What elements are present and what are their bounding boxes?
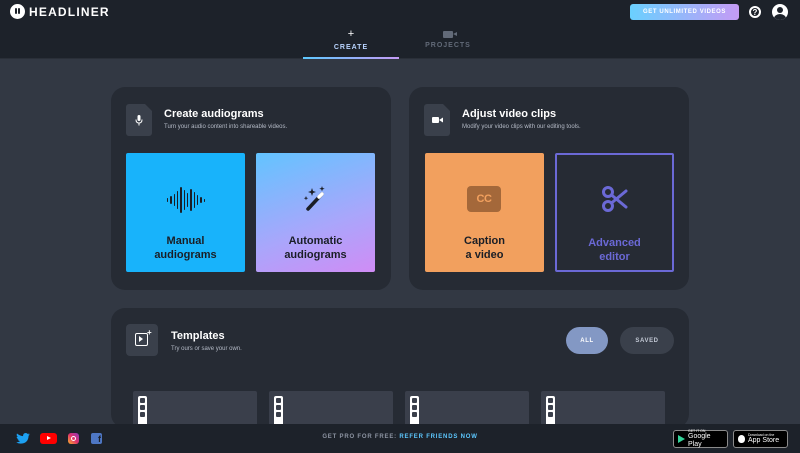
get-unlimited-videos-button[interactable]: GET UNLIMITED VIDEOS — [630, 4, 739, 20]
tab-projects-label: PROJECTS — [425, 42, 471, 49]
top-bar: HEADLINER GET UNLIMITED VIDEOS ? — [0, 0, 800, 24]
template-card[interactable] — [405, 391, 529, 428]
instagram-icon — [412, 398, 417, 403]
templates-subtitle: Try ours or save your own. — [171, 346, 242, 352]
panel-title: Adjust video clips — [462, 108, 557, 120]
footer-bar: f GET PRO FOR FREE: REFER FRIENDS NOW GE… — [0, 424, 800, 453]
facebook-icon — [276, 405, 281, 410]
scissors-icon — [602, 186, 628, 212]
google-play-name: Google Play — [688, 433, 711, 448]
tab-projects[interactable]: PROJECTS — [400, 24, 496, 59]
social-platform-icons — [546, 396, 555, 426]
filter-saved-button[interactable]: SAVED — [620, 327, 674, 354]
filter-all-button[interactable]: ALL — [566, 327, 608, 354]
facebook-icon — [548, 405, 553, 410]
panel-subtitle: Modify your video clips with our editing… — [462, 124, 581, 130]
panel-subtitle: Turn your audio content into shareable v… — [164, 124, 288, 130]
headliner-logo-icon — [10, 4, 25, 19]
card-label: Caption a video — [464, 235, 505, 261]
microphone-icon — [126, 104, 152, 136]
google-play-icon — [678, 435, 685, 443]
twitter-icon — [140, 412, 145, 417]
template-icon: + — [126, 324, 158, 356]
apple-icon — [738, 435, 745, 443]
templates-title: Templates — [171, 330, 225, 342]
card-label: Manual audiograms — [154, 235, 217, 261]
facebook-icon — [140, 405, 145, 410]
automatic-audiograms-card[interactable]: Automatic audiograms — [256, 153, 375, 272]
closed-caption-icon: CC — [467, 186, 501, 212]
promo-text: GET PRO FOR FREE: — [322, 434, 397, 440]
twitter-icon — [548, 412, 553, 417]
panel-title: Create audiograms — [164, 108, 264, 120]
google-play-badge[interactable]: GET IT ON Google Play — [673, 429, 728, 448]
caption-a-video-card[interactable]: CC Caption a video — [425, 153, 544, 272]
plus-icon: + — [347, 28, 355, 40]
video-camera-icon — [443, 31, 457, 38]
magic-wand-icon — [303, 186, 325, 211]
templates-panel: + Templates Try ours or save your own. A… — [111, 308, 689, 428]
social-platform-icons — [274, 396, 283, 426]
refer-friends-link[interactable]: REFER FRIENDS NOW — [399, 434, 477, 440]
facebook-icon — [412, 405, 417, 410]
tab-create-label: CREATE — [333, 44, 369, 51]
twitter-icon — [276, 412, 281, 417]
card-label: Automatic audiograms — [284, 235, 347, 261]
card-label: Advanced editor — [588, 237, 641, 263]
social-platform-icons — [410, 396, 419, 426]
app-store-name: App Store — [748, 437, 780, 444]
user-avatar-icon[interactable] — [772, 4, 788, 20]
headliner-logo[interactable]: HEADLINER — [10, 4, 110, 19]
social-platform-icons — [138, 396, 147, 426]
template-card[interactable] — [541, 391, 665, 428]
video-camera-icon — [424, 104, 450, 136]
help-icon[interactable]: ? — [749, 6, 761, 18]
main-tab-bar: + CREATE PROJECTS — [0, 24, 800, 59]
advanced-editor-card[interactable]: Advanced editor — [555, 153, 674, 272]
adjust-video-clips-panel: Adjust video clips Modify your video cli… — [409, 87, 689, 290]
instagram-icon — [140, 398, 145, 403]
waveform-icon — [167, 186, 205, 214]
twitter-icon — [412, 412, 417, 417]
logo-text: HEADLINER — [29, 4, 110, 19]
app-store-badge[interactable]: Download on the App Store — [733, 430, 788, 448]
template-card[interactable] — [133, 391, 257, 428]
instagram-icon — [276, 398, 281, 403]
tab-create[interactable]: + CREATE — [303, 24, 399, 59]
template-card[interactable] — [269, 391, 393, 428]
manual-audiograms-card[interactable]: Manual audiograms — [126, 153, 245, 272]
active-tab-indicator — [303, 57, 399, 59]
create-audiograms-panel: Create audiograms Turn your audio conten… — [111, 87, 391, 290]
instagram-icon — [548, 398, 553, 403]
